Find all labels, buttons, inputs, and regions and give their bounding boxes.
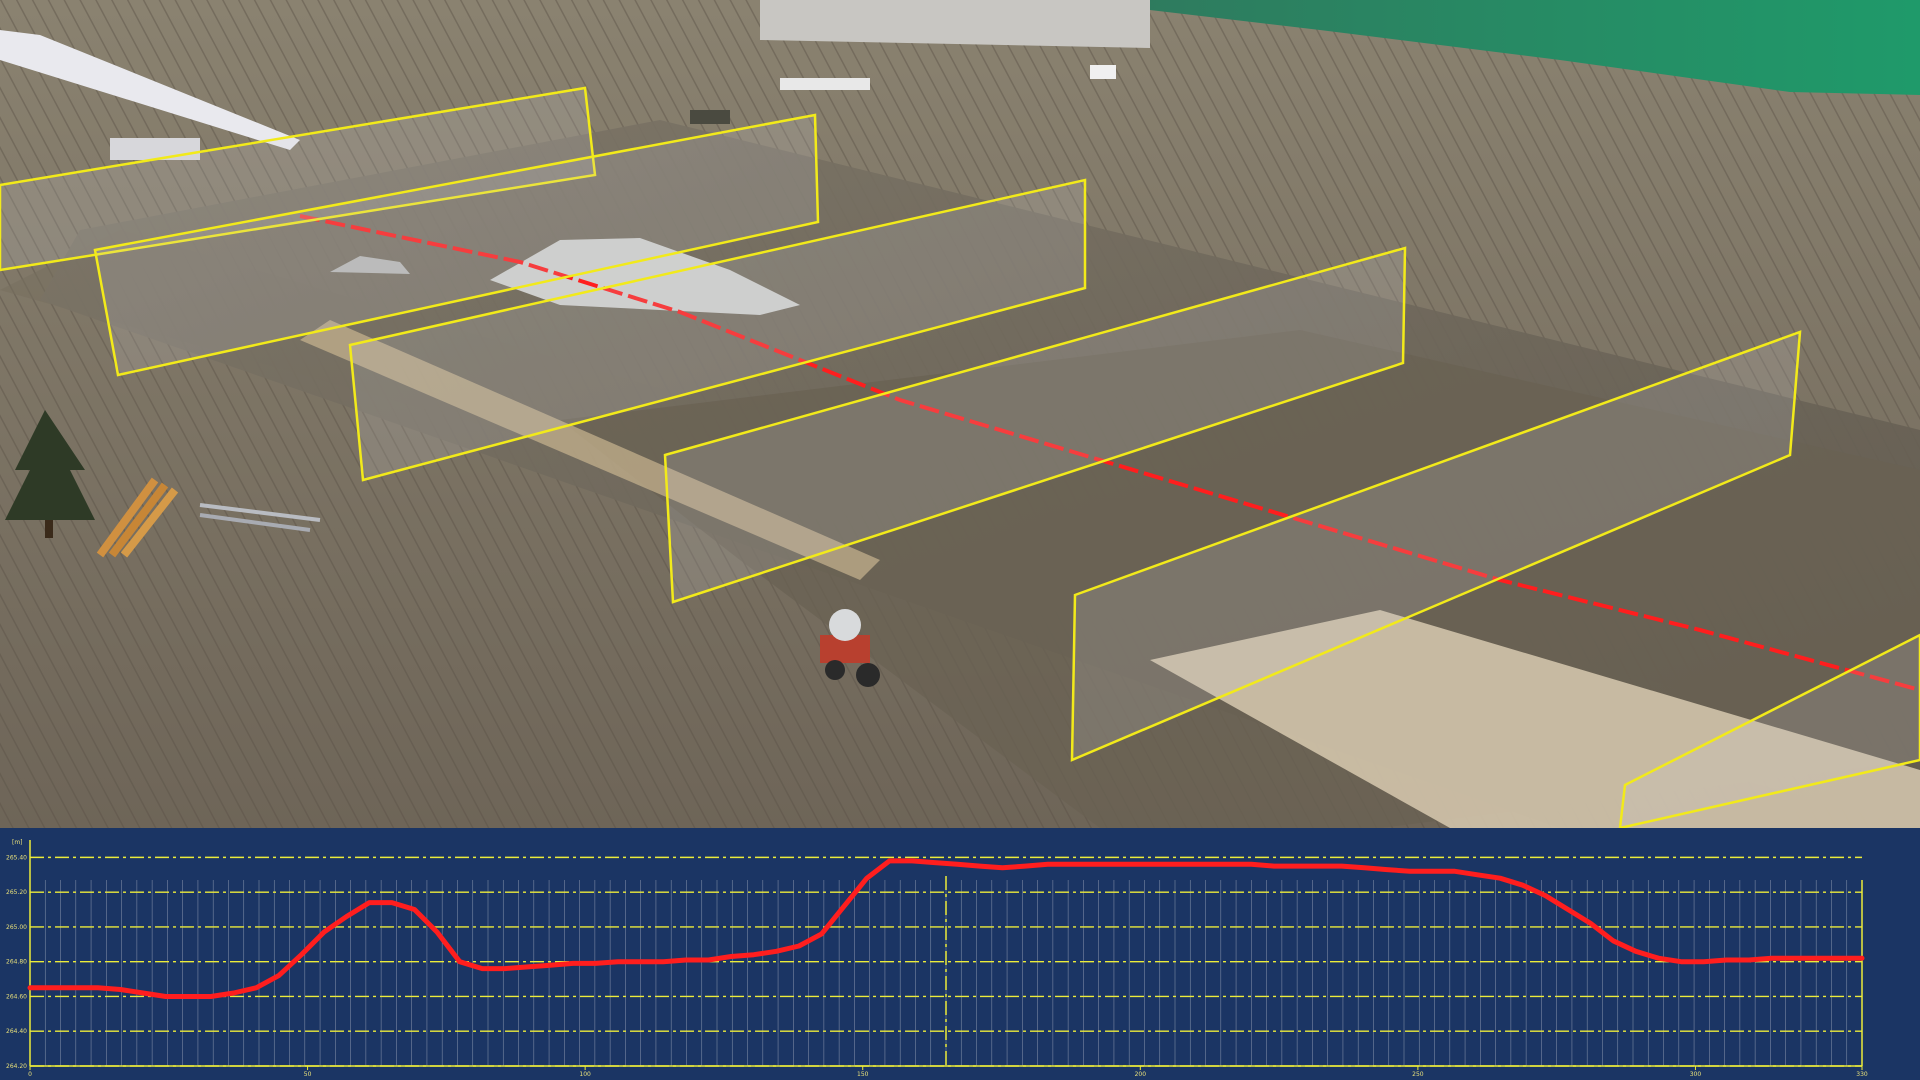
x-tick-label: 200 (1135, 1071, 1147, 1078)
scene-svg (0, 0, 1920, 828)
x-tick-label: 50 (304, 1071, 312, 1078)
y-tick-label: 264.20 (6, 1063, 27, 1070)
x-tick-label: 100 (579, 1071, 591, 1078)
x-tick-label: 250 (1412, 1071, 1424, 1078)
y-tick-label: 264.40 (6, 1028, 27, 1035)
y-tick-label: 264.60 (6, 993, 27, 1000)
excavator (690, 110, 730, 124)
profile-chart: 264.20 264.40 264.60 264.80 265.00 265.20 265.… (6, 839, 1868, 1078)
y-tick-label: 265.00 (6, 924, 27, 931)
elevation-profile-panel[interactable]: 264.20 264.40 264.60 264.80 265.00 265.20 265.… (0, 828, 1920, 1080)
parked-van (1090, 65, 1116, 79)
y-tick-label: 265.20 (6, 889, 27, 896)
paved-yard (760, 0, 1150, 48)
x-tick-label: 0 (28, 1071, 32, 1078)
profile-axes: 264.20 264.40 264.60 264.80 265.00 265.20 265.… (6, 839, 1868, 1078)
y-unit-label: [m] (12, 839, 23, 846)
y-tick-label: 264.80 (6, 959, 27, 966)
x-tick-label: 300 (1690, 1071, 1702, 1078)
y-tick-label: 265.40 (6, 854, 27, 861)
x-tick-label: 150 (857, 1071, 869, 1078)
x-tick-label: 330 (1856, 1071, 1868, 1078)
point-cloud-viewport[interactable] (0, 0, 1920, 828)
storage-containers (780, 78, 870, 90)
